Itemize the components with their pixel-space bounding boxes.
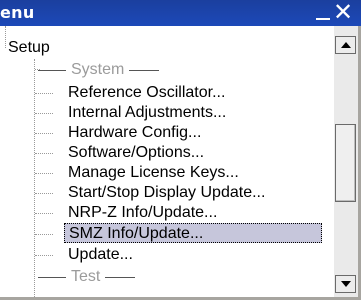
menu-item-update[interactable]: Update... (68, 245, 133, 265)
menu-item-software-options[interactable]: Software/Options... (68, 143, 204, 163)
tree-line (35, 234, 53, 235)
tree-line (35, 173, 53, 174)
arrow-down-icon (341, 281, 351, 287)
tree-line (35, 133, 53, 134)
section-label: System (71, 61, 125, 78)
tree-item-setup[interactable]: Setup (8, 38, 50, 58)
tree-line (35, 153, 53, 154)
tree-line (35, 255, 53, 256)
divider (38, 69, 66, 71)
menu-item-internal-adjustments[interactable]: Internal Adjustments... (68, 103, 226, 123)
section-header-system: System (38, 60, 160, 80)
tree-line (35, 113, 53, 114)
tree-line (34, 59, 35, 297)
divider (129, 69, 160, 71)
title-bar: enu ✕ (0, 0, 361, 26)
menu-item-hardware-config[interactable]: Hardware Config... (68, 123, 201, 143)
scrollbar-thumb[interactable] (335, 124, 356, 202)
tree-line (35, 93, 53, 94)
scroll-down-button[interactable] (335, 275, 356, 293)
tree-line (35, 213, 53, 214)
divider (105, 276, 136, 278)
divider (38, 276, 66, 278)
menu-item-reference-oscillator[interactable]: Reference Oscillator... (68, 83, 225, 103)
close-icon[interactable]: ✕ (332, 0, 354, 24)
menu-tree: Setup System Reference Oscillator... Int… (0, 26, 334, 297)
section-label: Test (71, 268, 101, 285)
tree-line (35, 193, 53, 194)
menu-panel: Setup System Reference Oscillator... Int… (0, 26, 361, 300)
minimize-icon[interactable] (314, 0, 332, 22)
menu-item-smz-info-update[interactable]: SMZ Info/Update... (64, 223, 322, 243)
tree-line (5, 26, 6, 48)
menu-item-manage-license-keys[interactable]: Manage License Keys... (68, 163, 239, 183)
section-header-test: Test (38, 267, 136, 287)
vertical-scrollbar[interactable] (334, 26, 358, 297)
menu-item-start-stop-display-update[interactable]: Start/Stop Display Update... (68, 183, 265, 203)
scroll-up-button[interactable] (335, 36, 356, 54)
menu-item-nrp-z-info-update[interactable]: NRP-Z Info/Update... (68, 203, 217, 223)
window-title: enu (0, 3, 35, 22)
arrow-up-icon (341, 42, 351, 48)
